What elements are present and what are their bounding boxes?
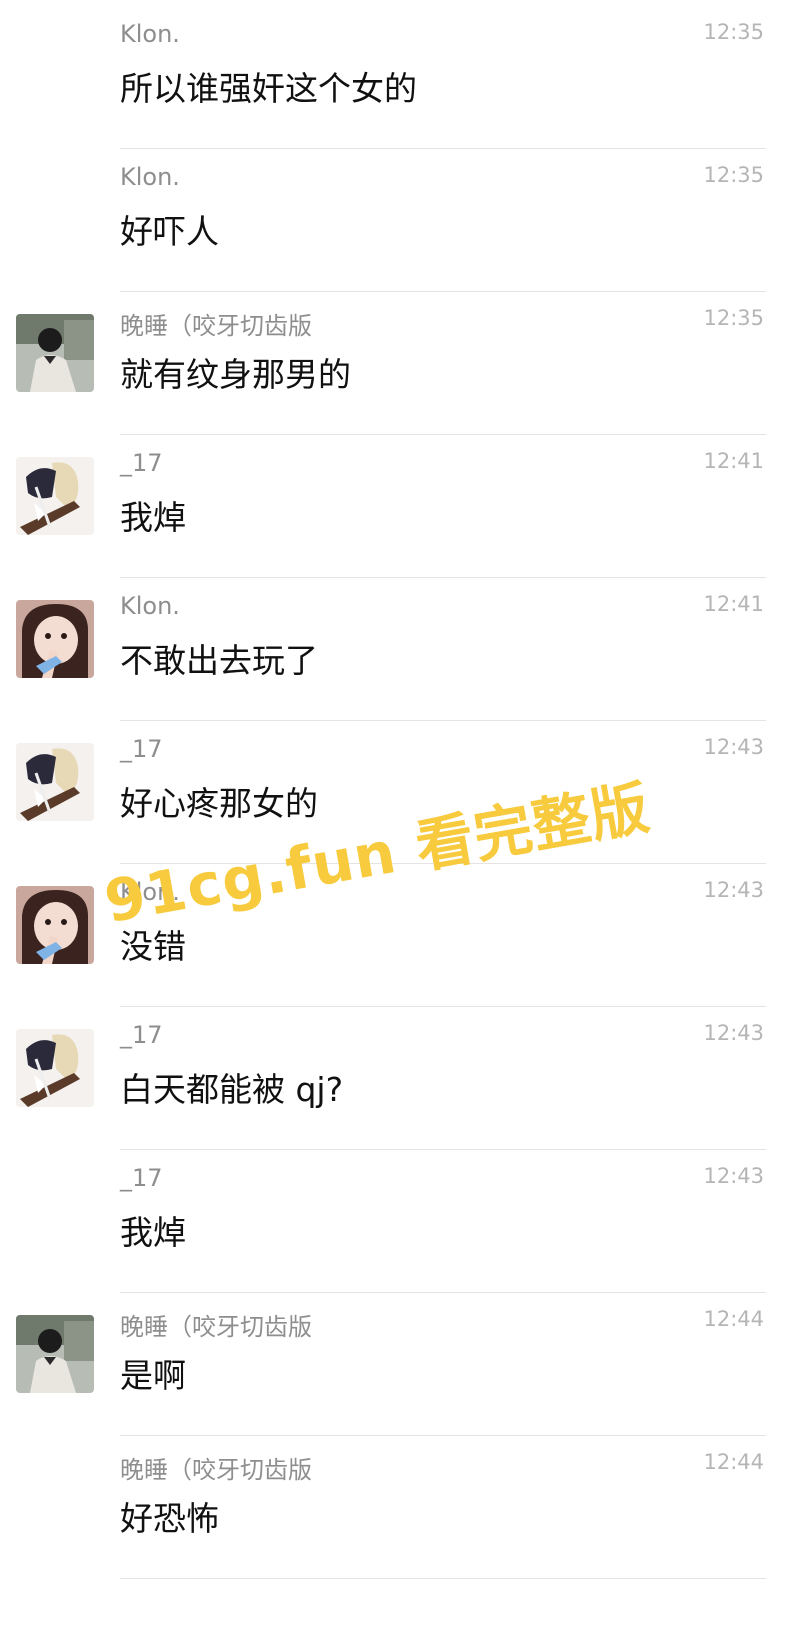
- message-text: 我焯: [120, 1213, 186, 1252]
- message-time: 12:35: [703, 20, 764, 44]
- message-row[interactable]: 晚睡（咬牙切齿版 12:44 好恐怖: [0, 1430, 800, 1579]
- sender-name: Klon.: [120, 20, 180, 48]
- sender-name: 晚睡（咬牙切齿版: [120, 312, 312, 340]
- avatar-klon[interactable]: [16, 886, 94, 964]
- message-time: 12:43: [703, 1164, 764, 1188]
- message-time: 12:44: [703, 1307, 764, 1331]
- message-row[interactable]: Klon. 12:41 不敢出去玩了: [0, 572, 800, 721]
- message-row[interactable]: 晚睡（咬牙切齿版 12:44 是啊: [0, 1287, 800, 1436]
- message-time: 12:43: [703, 878, 764, 902]
- sender-name: _17: [120, 735, 163, 763]
- sender-name: _17: [120, 1021, 163, 1049]
- divider: [120, 1578, 766, 1579]
- sender-name: Klon.: [120, 592, 180, 620]
- sender-name: _17: [120, 1164, 163, 1192]
- message-row[interactable]: Klon. 12:35 好吓人: [0, 143, 800, 292]
- message-text: 就有纹身那男的: [120, 355, 351, 394]
- avatar-klon[interactable]: [16, 600, 94, 678]
- sender-name: 晚睡（咬牙切齿版: [120, 1456, 312, 1484]
- avatar-wanshui[interactable]: [16, 1315, 94, 1393]
- message-text: 不敢出去玩了: [120, 641, 318, 680]
- message-row[interactable]: 晚睡（咬牙切齿版 12:35 就有纹身那男的: [0, 286, 800, 435]
- avatar-17[interactable]: [16, 1029, 94, 1107]
- message-time: 12:43: [703, 1021, 764, 1045]
- avatar-17[interactable]: [16, 457, 94, 535]
- message-text: 好恐怖: [120, 1499, 219, 1538]
- message-text: 好吓人: [120, 212, 219, 251]
- message-time: 12:43: [703, 735, 764, 759]
- message-text: 所以谁强奸这个女的: [120, 69, 417, 108]
- message-text: 好心疼那女的: [120, 784, 318, 823]
- message-time: 12:41: [703, 449, 764, 473]
- avatar-wanshui[interactable]: [16, 314, 94, 392]
- message-row[interactable]: _17 12:43 白天都能被 qj?: [0, 1001, 800, 1150]
- message-time: 12:35: [703, 163, 764, 187]
- message-text: 我焯: [120, 498, 186, 537]
- message-row[interactable]: Klon. 12:35 所以谁强奸这个女的: [0, 0, 800, 149]
- avatar-17[interactable]: [16, 743, 94, 821]
- sender-name: 晚睡（咬牙切齿版: [120, 1313, 312, 1341]
- sender-name: _17: [120, 449, 163, 477]
- message-time: 12:44: [703, 1450, 764, 1474]
- sender-name: Klon.: [120, 163, 180, 191]
- message-text: 是啊: [120, 1356, 186, 1395]
- message-time: 12:41: [703, 592, 764, 616]
- message-time: 12:35: [703, 306, 764, 330]
- message-text: 白天都能被 qj?: [120, 1070, 344, 1109]
- message-row[interactable]: _17 12:41 我焯: [0, 429, 800, 578]
- message-row[interactable]: _17 12:43 我焯: [0, 1144, 800, 1293]
